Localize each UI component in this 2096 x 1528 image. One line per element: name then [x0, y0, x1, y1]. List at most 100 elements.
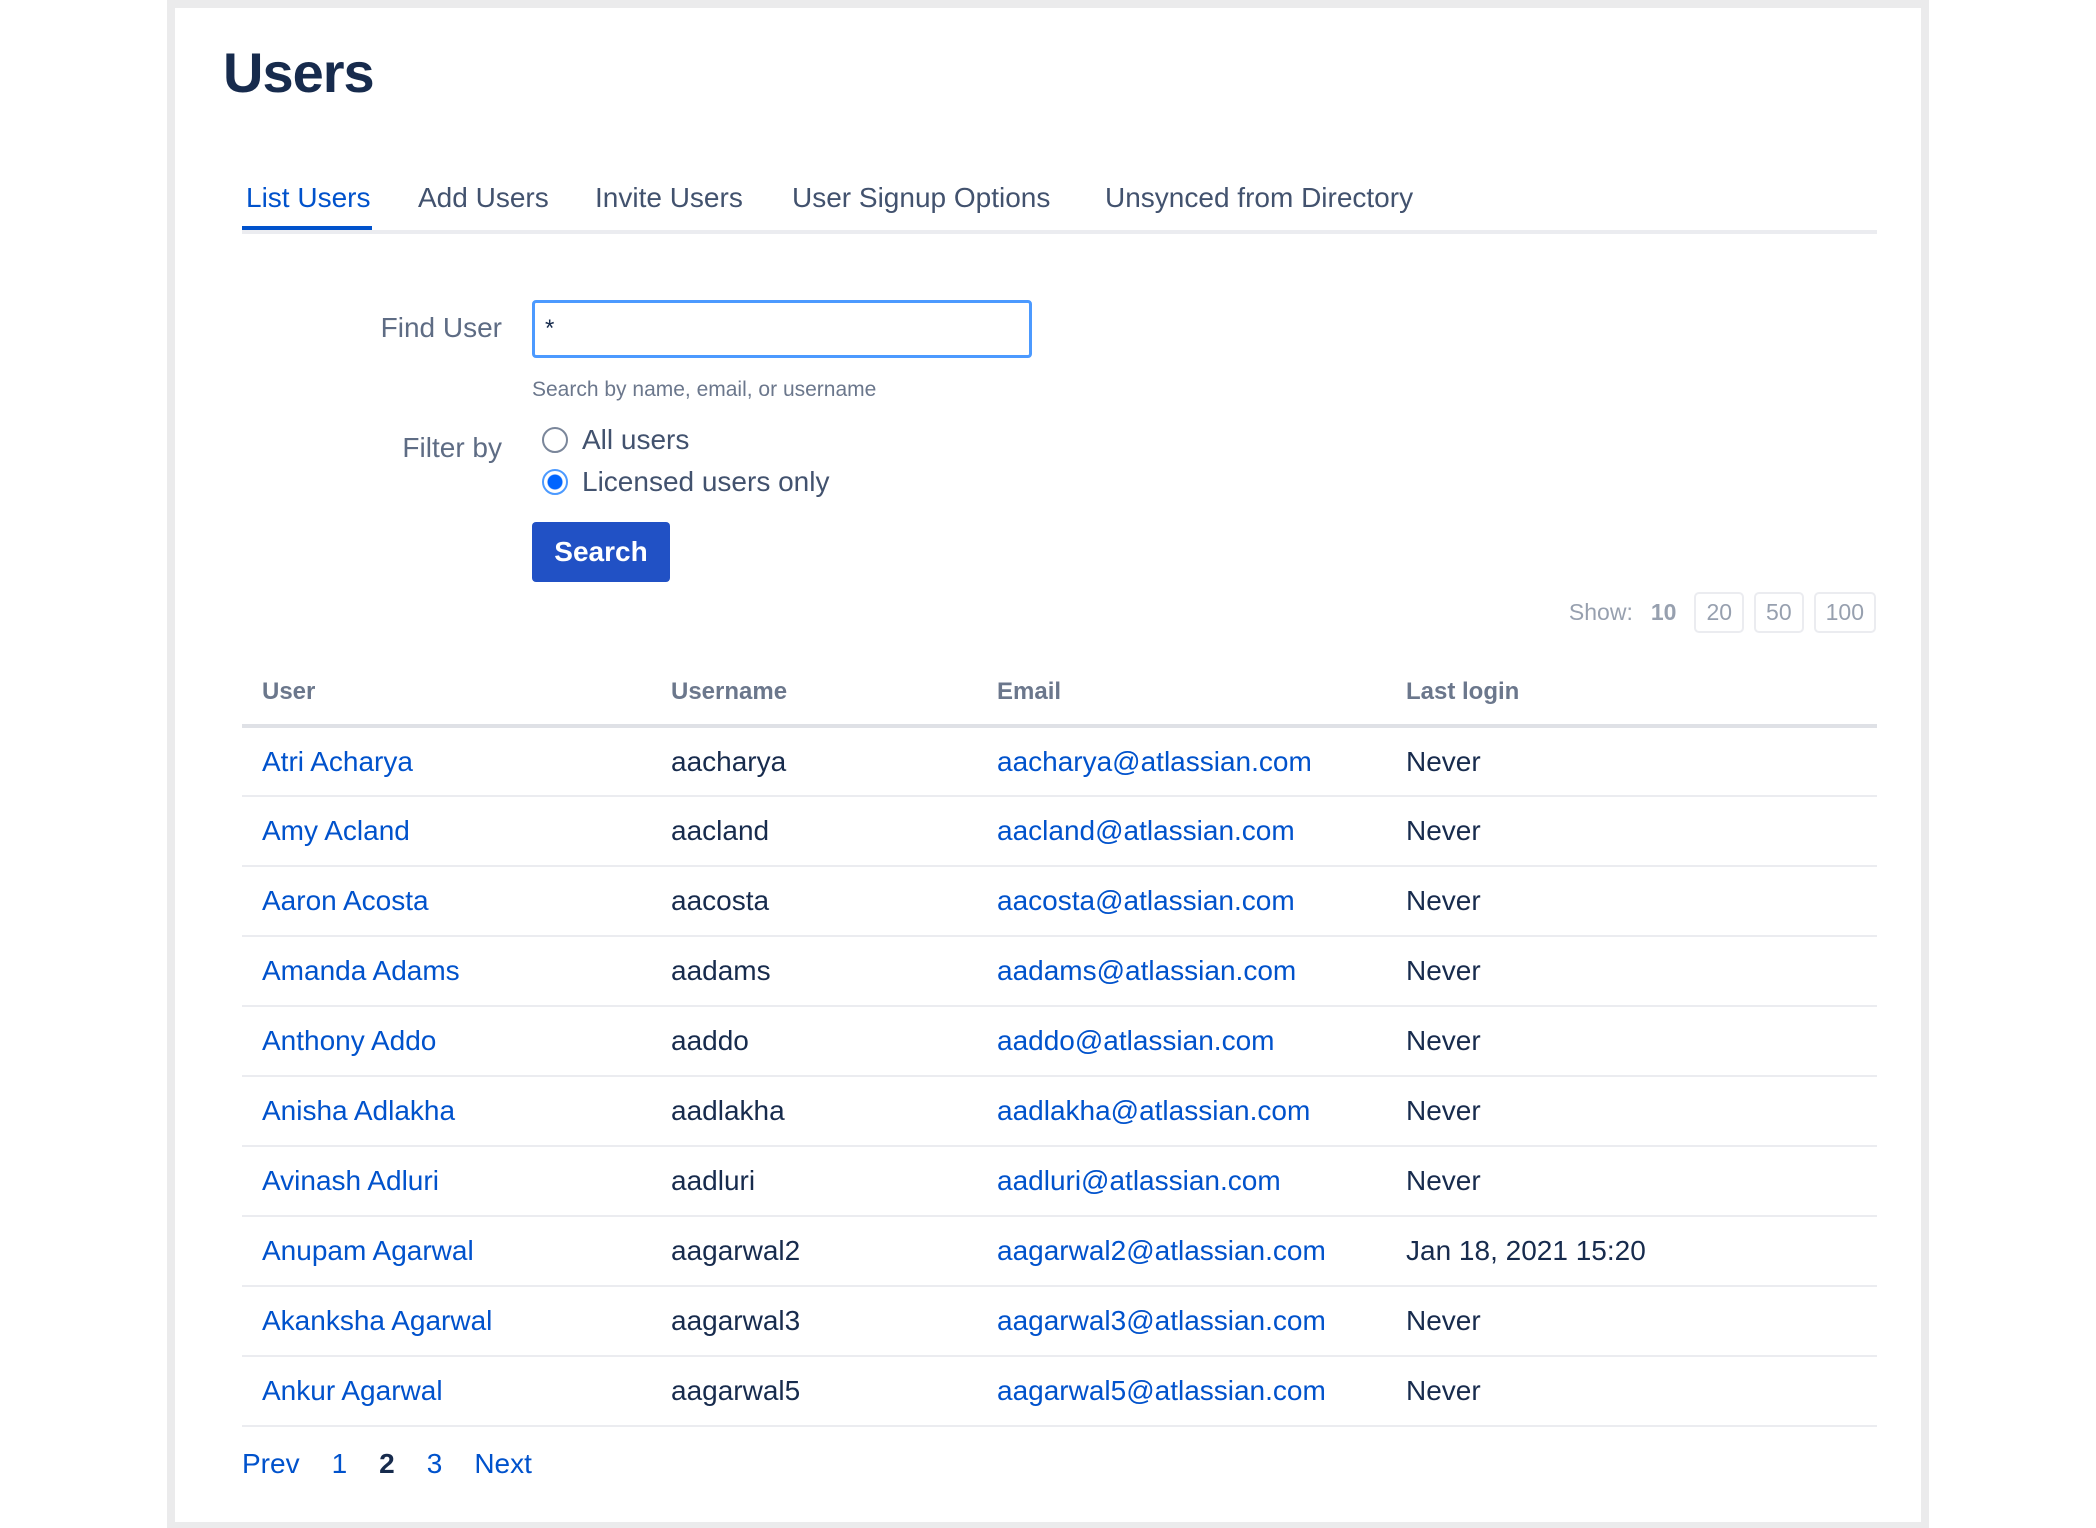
user-name-cell: Anupam Agarwal: [242, 1216, 651, 1287]
email-link[interactable]: aagarwal3@atlassian.com: [997, 1305, 1326, 1336]
username-cell: aagarwal2: [651, 1216, 977, 1287]
radio-licensed-users-label[interactable]: Licensed users only: [582, 466, 829, 498]
last-login-cell: Never: [1386, 1006, 1877, 1077]
header-email: Email: [977, 660, 1386, 728]
table-row: Amy Acland aacland aacland@atlassian.com Ne…: [242, 796, 1877, 867]
table-row: Anupam Agarwal aagarwal2 aagarwal2@atlassi…: [242, 1216, 1877, 1287]
email-cell: aagarwal3@atlassian.com: [977, 1286, 1386, 1357]
header-last-login: Last login: [1386, 660, 1877, 728]
prev-link[interactable]: Prev: [242, 1448, 300, 1479]
user-name-link[interactable]: Akanksha Agarwal: [262, 1305, 492, 1336]
find-user-label: Find User: [380, 312, 502, 343]
tab-add-users[interactable]: Add Users: [418, 182, 549, 214]
email-cell: aacosta@atlassian.com: [977, 866, 1386, 937]
page-title: Users: [223, 41, 375, 104]
user-name-cell: Anthony Addo: [242, 1006, 651, 1077]
email-cell: aaddo@atlassian.com: [977, 1006, 1386, 1077]
filter-by-label: Filter by: [402, 432, 502, 463]
user-name-cell: Ankur Agarwal: [242, 1356, 651, 1427]
email-link[interactable]: aadams@atlassian.com: [997, 955, 1296, 986]
tab-bar: List Users Add Users Invite Users User S…: [242, 176, 1877, 234]
search-button[interactable]: Search: [532, 522, 670, 582]
email-link[interactable]: aacosta@atlassian.com: [997, 885, 1295, 916]
email-link[interactable]: aadlakha@atlassian.com: [997, 1095, 1310, 1126]
username-cell: aacharya: [651, 726, 977, 797]
username-cell: aagarwal5: [651, 1356, 977, 1427]
email-cell: aacland@atlassian.com: [977, 796, 1386, 867]
user-name-cell: Avinash Adluri: [242, 1146, 651, 1217]
page-2-current: 2: [379, 1448, 395, 1479]
page-size-20[interactable]: 20: [1694, 592, 1745, 633]
header-user: User: [242, 660, 651, 728]
page-1-link[interactable]: 1: [332, 1448, 348, 1479]
user-name-cell: Atri Acharya: [242, 726, 651, 797]
page-3-link[interactable]: 3: [427, 1448, 443, 1479]
find-user-input[interactable]: [532, 300, 1032, 358]
email-link[interactable]: aacharya@atlassian.com: [997, 746, 1312, 777]
find-user-help: Search by name, email, or username: [532, 378, 877, 401]
user-name-link[interactable]: Anupam Agarwal: [262, 1235, 474, 1266]
pagination: Prev 1 2 3 Next: [242, 1448, 564, 1480]
email-link[interactable]: aagarwal5@atlassian.com: [997, 1375, 1326, 1406]
table-row: Amanda Adams aadams aadams@atlassian.com Ne…: [242, 936, 1877, 1007]
email-link[interactable]: aadluri@atlassian.com: [997, 1165, 1281, 1196]
table-row: Atri Acharya aacharya aacharya@atlassian.c…: [242, 726, 1877, 797]
last-login-cell: Never: [1386, 726, 1877, 797]
page-size-50[interactable]: 50: [1754, 592, 1804, 633]
username-cell: aacosta: [651, 866, 977, 937]
radio-all-users-label[interactable]: All users: [582, 424, 689, 456]
username-cell: aadams: [651, 936, 977, 1007]
user-name-link[interactable]: Amy Acland: [262, 815, 410, 846]
users-table: User Username Email Last login Atri Acha…: [242, 660, 1877, 1427]
table-row: Akanksha Agarwal aagarwal3 aagarwal3@atlas…: [242, 1286, 1877, 1357]
tab-unsynced-from-directory[interactable]: Unsynced from Directory: [1105, 182, 1413, 214]
email-link[interactable]: aagarwal2@atlassian.com: [997, 1235, 1326, 1266]
user-name-link[interactable]: Aaron Acosta: [262, 885, 429, 916]
last-login-cell: Never: [1386, 1356, 1877, 1427]
table-row: Aaron Acosta aacosta aacosta@atlassian.com…: [242, 866, 1877, 937]
show-label: Show:: [1568, 599, 1633, 625]
table-row: Anthony Addo aaddo aaddo@atlassian.com Neve…: [242, 1006, 1877, 1077]
table-row: Ankur Agarwal aagarwal5 aagarwal5@atlassia…: [242, 1356, 1877, 1427]
email-cell: aagarwal2@atlassian.com: [977, 1216, 1386, 1287]
tab-list-users[interactable]: List Users: [242, 182, 373, 230]
header-username: Username: [651, 660, 977, 728]
user-name-cell: Amy Acland: [242, 796, 651, 867]
email-cell: aagarwal5@atlassian.com: [977, 1356, 1386, 1427]
tab-invite-users[interactable]: Invite Users: [595, 182, 743, 214]
table-row: Avinash Adluri aadluri aadluri@atlassian.c…: [242, 1146, 1877, 1217]
user-name-cell: Amanda Adams: [242, 936, 651, 1007]
email-link[interactable]: aacland@atlassian.com: [997, 815, 1295, 846]
tab-user-signup-options[interactable]: User Signup Options: [792, 182, 1050, 214]
next-link[interactable]: Next: [474, 1448, 532, 1479]
username-cell: aagarwal3: [651, 1286, 977, 1357]
email-cell: aadluri@atlassian.com: [977, 1146, 1386, 1217]
email-link[interactable]: aaddo@atlassian.com: [997, 1025, 1274, 1056]
user-name-link[interactable]: Anthony Addo: [262, 1025, 436, 1056]
last-login-cell: Never: [1386, 1146, 1877, 1217]
username-cell: aaddo: [651, 1006, 977, 1077]
last-login-cell: Jan 18, 2021 15:20: [1386, 1216, 1877, 1287]
last-login-cell: Never: [1386, 936, 1877, 1007]
user-name-link[interactable]: Ankur Agarwal: [262, 1375, 443, 1406]
user-name-link[interactable]: Anisha Adlakha: [262, 1095, 455, 1126]
table-row: Anisha Adlakha aadlakha aadlakha@atlassian…: [242, 1076, 1877, 1147]
user-name-cell: Anisha Adlakha: [242, 1076, 651, 1147]
radio-all-users[interactable]: [542, 427, 568, 453]
page-size-current: 10: [1650, 599, 1677, 625]
radio-licensed-users-only[interactable]: [542, 469, 568, 495]
last-login-cell: Never: [1386, 796, 1877, 867]
user-name-cell: Akanksha Agarwal: [242, 1286, 651, 1357]
username-cell: aadlakha: [651, 1076, 977, 1147]
page-size-100[interactable]: 100: [1813, 592, 1876, 633]
email-cell: aacharya@atlassian.com: [977, 726, 1386, 797]
last-login-cell: Never: [1386, 1286, 1877, 1357]
last-login-cell: Never: [1386, 1076, 1877, 1147]
username-cell: aacland: [651, 796, 977, 867]
user-name-link[interactable]: Amanda Adams: [262, 955, 460, 986]
email-cell: aadlakha@atlassian.com: [977, 1076, 1386, 1147]
user-name-link[interactable]: Avinash Adluri: [262, 1165, 439, 1196]
username-cell: aadluri: [651, 1146, 977, 1217]
last-login-cell: Never: [1386, 866, 1877, 937]
user-name-link[interactable]: Atri Acharya: [262, 746, 413, 777]
